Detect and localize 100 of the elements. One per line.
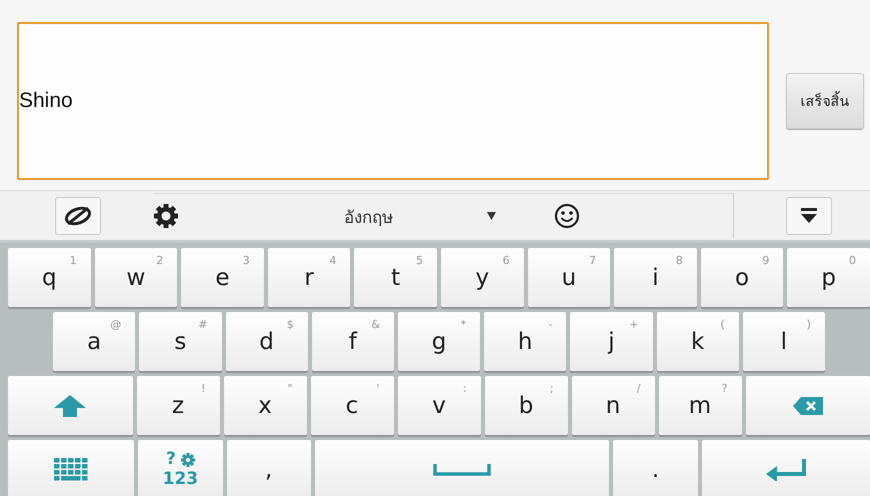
key-label: i	[652, 264, 659, 290]
letter-key[interactable]: n /	[572, 376, 654, 435]
key-hint: @	[110, 318, 122, 331]
key-hint: $	[286, 318, 294, 331]
key-hint: 6	[502, 254, 510, 267]
hide-keyboard-icon	[799, 206, 819, 226]
key-label: ?	[166, 450, 176, 469]
letter-key[interactable]: y 6	[440, 248, 524, 307]
key-hint: 0	[848, 254, 856, 267]
key-hint: :	[462, 382, 466, 395]
key-hint: 3	[242, 254, 250, 267]
letter-key[interactable]: l )	[742, 312, 825, 371]
letter-key[interactable]: m ?	[658, 376, 742, 435]
letter-key[interactable]: k (	[656, 312, 739, 371]
key-hint: 1	[70, 254, 77, 267]
key-label: z	[172, 392, 184, 418]
key-hint: #	[198, 318, 208, 331]
letter-key[interactable]: s #	[139, 312, 222, 371]
key-label: a	[87, 328, 102, 354]
letter-key[interactable]: v :	[398, 376, 480, 435]
settings-icon[interactable]	[153, 203, 179, 229]
letter-key[interactable]: p 0	[787, 248, 870, 307]
enter-icon	[764, 458, 807, 480]
shift-icon	[53, 394, 88, 418]
letter-key[interactable]: .	[613, 440, 698, 496]
key-label: k	[690, 328, 704, 354]
gear-icon	[180, 452, 195, 466]
letter-key[interactable]: d $	[226, 312, 308, 371]
key-label: .	[652, 456, 660, 482]
key-label: r	[304, 264, 314, 290]
key-hint: ?	[722, 382, 728, 395]
text-input-field[interactable]: Shino	[17, 22, 769, 180]
key-label: g	[432, 328, 446, 354]
key-label: e	[215, 264, 230, 290]
layout-key[interactable]	[8, 440, 134, 496]
dropdown-icon[interactable]	[487, 212, 496, 220]
key-hint: 2	[156, 254, 164, 267]
space-icon	[433, 464, 492, 476]
key-hint: +	[629, 318, 639, 331]
key-hint: "	[287, 382, 292, 395]
shift-key[interactable]	[8, 376, 132, 435]
key-hint: 8	[676, 254, 683, 267]
key-hint: ;	[550, 382, 554, 395]
key-hint: (	[720, 318, 725, 331]
letter-key[interactable]: ,	[226, 440, 311, 496]
letter-key[interactable]: b ;	[484, 376, 568, 435]
key-label: s	[174, 328, 186, 354]
key-label: c	[346, 392, 358, 418]
key-sublabel: 123	[162, 470, 198, 489]
letter-key[interactable]: e 3	[181, 248, 264, 307]
key-label: h	[518, 328, 532, 354]
key-hint: -	[548, 318, 552, 331]
language-label[interactable]: อังกฤษ	[344, 202, 393, 230]
hide-keyboard-button[interactable]	[786, 196, 832, 234]
letter-key[interactable]: o 9	[700, 248, 784, 307]
logo-button[interactable]	[55, 196, 101, 234]
key-hint: &	[371, 318, 380, 331]
key-label: t	[391, 264, 400, 290]
key-label: n	[606, 392, 620, 418]
key-hint: 7	[589, 254, 596, 267]
key-label: d	[259, 328, 274, 354]
key-hint: !	[201, 382, 206, 395]
key-label: ,	[264, 456, 272, 482]
key-hint: *	[460, 318, 466, 331]
letter-key[interactable]: g *	[398, 312, 480, 371]
key-label: p	[821, 264, 836, 290]
backspace-icon	[792, 396, 824, 416]
key-hint: )	[806, 318, 811, 331]
letter-key[interactable]: i 8	[614, 248, 697, 307]
letter-key[interactable]: h -	[484, 312, 566, 371]
key-hint: 5	[416, 254, 423, 267]
letter-key[interactable]: f &	[312, 312, 394, 371]
key-label: w	[126, 264, 146, 290]
key-hint: 4	[329, 254, 336, 267]
letter-key[interactable]: q 1	[8, 248, 91, 307]
key-label: b	[518, 392, 534, 418]
key-label: x	[258, 392, 272, 418]
letter-key[interactable]: x "	[224, 376, 306, 435]
key-label: f	[348, 328, 357, 354]
logo-icon	[63, 204, 93, 228]
enter-key[interactable]	[702, 440, 870, 496]
key-label: q	[42, 264, 57, 290]
letter-key[interactable]: w 2	[94, 248, 178, 307]
key-hint: /	[636, 382, 640, 395]
key-label: j	[608, 328, 615, 354]
key-hint: 9	[762, 254, 770, 267]
letter-key[interactable]: r 4	[268, 248, 350, 307]
letter-key[interactable]: c '	[310, 376, 394, 435]
smiley-icon[interactable]	[554, 203, 580, 229]
key-label: m	[688, 392, 712, 418]
letter-key[interactable]: z !	[136, 376, 220, 435]
key-hint: '	[376, 382, 380, 395]
letter-key[interactable]: a @	[53, 312, 136, 371]
letter-key[interactable]: j +	[570, 312, 653, 371]
letter-key[interactable]: u 7	[528, 248, 610, 307]
key-label: o	[735, 264, 750, 290]
keyboard-icon	[54, 458, 88, 482]
backspace-key[interactable]	[746, 376, 870, 435]
letter-key[interactable]: t 5	[354, 248, 437, 307]
done-button[interactable]: เสร็จสิ้น	[786, 73, 864, 129]
